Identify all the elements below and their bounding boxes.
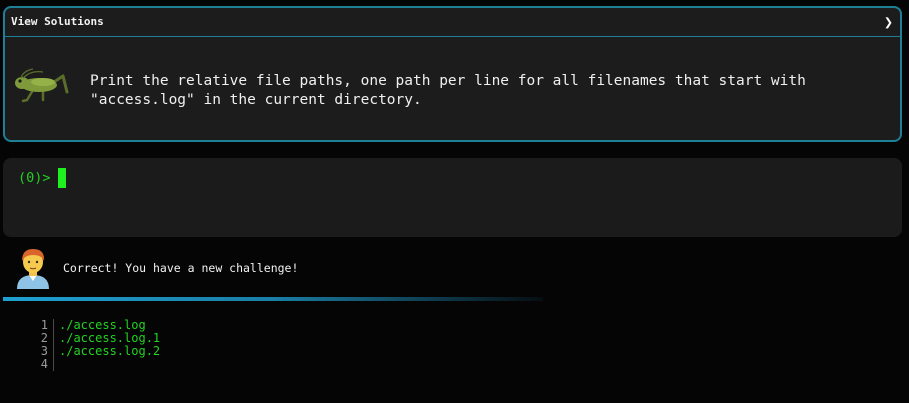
view-solutions-title[interactable]: View Solutions (11, 15, 104, 28)
challenge-panel: View Solutions ❯ Print the relative file… (3, 6, 902, 142)
line-number: 4 (28, 358, 54, 371)
chevron-right-icon[interactable]: ❯ (884, 13, 893, 31)
challenge-prompt: Print the relative file paths, one path … (90, 73, 806, 108)
feedback-message: Correct! You have a new challenge! (63, 261, 299, 275)
person-avatar-icon (17, 249, 49, 289)
terminal-prompt: (0)> (18, 170, 51, 186)
grasshopper-icon (15, 68, 69, 103)
terminal-input-area[interactable]: (0)> (3, 158, 902, 237)
command-output: 1 ./access.log 2 ./access.log.1 3 ./acce… (28, 319, 160, 371)
output-text: ./access.log.2 (59, 344, 161, 358)
output-line: 4 (28, 358, 160, 371)
progress-divider (3, 297, 543, 301)
view-solutions-header[interactable]: View Solutions ❯ (5, 8, 900, 37)
terminal-cursor[interactable] (58, 168, 66, 188)
